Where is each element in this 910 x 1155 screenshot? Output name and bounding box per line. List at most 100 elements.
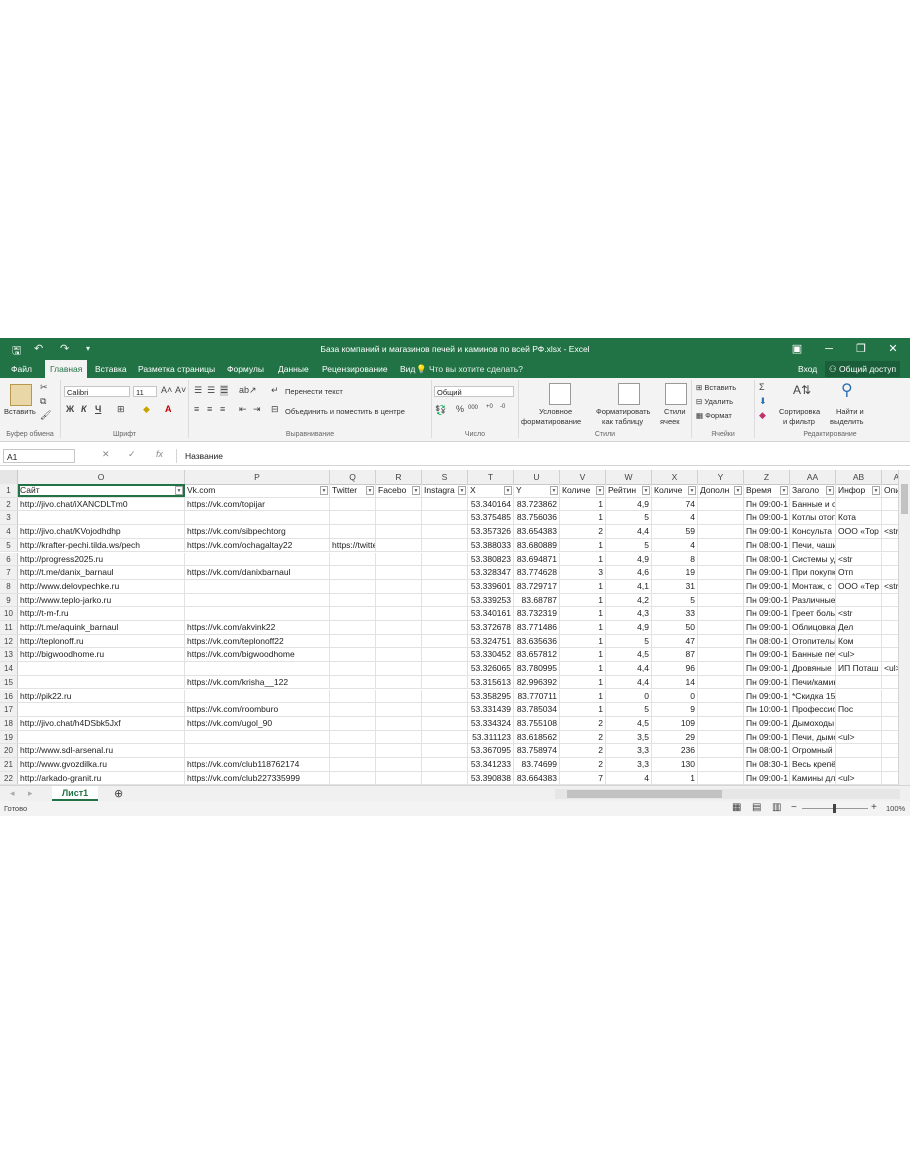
table-cell[interactable] — [185, 744, 330, 758]
table-cell[interactable] — [376, 538, 422, 552]
table-cell[interactable]: 83.680889 — [514, 538, 560, 552]
column-header[interactable]: P — [185, 470, 330, 484]
column-header[interactable]: W — [606, 470, 652, 484]
table-cell[interactable]: https://twitter.com/pechikastra — [330, 538, 376, 552]
table-cell[interactable] — [698, 689, 744, 703]
table-cell[interactable]: 96 — [652, 662, 698, 676]
row-number[interactable]: 22 — [0, 771, 18, 785]
filter-dropdown-icon[interactable]: ▼ — [642, 486, 650, 495]
table-cell[interactable] — [185, 730, 330, 744]
table-cell[interactable]: <str — [836, 607, 882, 621]
table-cell[interactable]: Пн 09:00-1 — [744, 689, 790, 703]
filter-dropdown-icon[interactable]: ▼ — [412, 486, 420, 495]
header-cell[interactable]: Instagra ▼ — [422, 484, 468, 497]
table-cell[interactable] — [882, 731, 898, 744]
table-cell[interactable]: 4,4 — [606, 525, 652, 539]
table-cell[interactable] — [882, 566, 898, 579]
align-center-icon[interactable]: ≡ — [207, 404, 212, 414]
table-cell[interactable] — [185, 593, 330, 607]
table-cell[interactable]: Пн 09:00-1 — [744, 525, 790, 539]
table-cell[interactable] — [698, 579, 744, 593]
table-cell[interactable] — [376, 634, 422, 648]
vertical-scroll-thumb[interactable] — [901, 484, 908, 514]
table-cell[interactable]: 47 — [652, 634, 698, 648]
table-cell[interactable]: <str — [882, 580, 898, 593]
table-cell[interactable]: 19 — [652, 566, 698, 580]
table-cell[interactable] — [330, 675, 376, 689]
table-cell[interactable]: 1 — [560, 621, 606, 634]
table-cell[interactable]: https://vk.com/roomburo — [185, 703, 330, 717]
table-cell[interactable] — [698, 607, 744, 621]
align-left-icon[interactable]: ≡ — [194, 404, 199, 414]
find-select-label-2[interactable]: выделить — [830, 417, 864, 426]
row-number[interactable]: 10 — [0, 607, 18, 620]
table-cell[interactable]: Пн 08:00-1 — [744, 634, 790, 648]
table-cell[interactable] — [422, 744, 468, 758]
tab-home[interactable]: Главная — [45, 360, 88, 378]
row-number[interactable]: 6 — [0, 552, 18, 566]
table-cell[interactable] — [698, 566, 744, 580]
table-cell[interactable]: https://vk.com/ugol_90 — [185, 716, 330, 730]
table-cell[interactable]: 5 — [606, 511, 652, 525]
tab-insert[interactable]: Вставка — [90, 360, 132, 378]
table-cell[interactable] — [330, 607, 376, 621]
table-cell[interactable]: Дровяные — [790, 662, 836, 676]
header-cell[interactable]: Инфор ▼ — [836, 484, 882, 497]
table-cell[interactable]: <ul> — [882, 662, 898, 675]
table-cell[interactable]: 4 — [606, 771, 652, 785]
table-cell[interactable] — [376, 716, 422, 730]
filter-dropdown-icon[interactable]: ▼ — [504, 486, 512, 495]
header-cell[interactable]: Количе ▼ — [652, 484, 698, 497]
table-cell[interactable]: 4,5 — [606, 716, 652, 730]
table-cell[interactable] — [330, 497, 376, 511]
table-cell[interactable]: 53.341233 — [468, 758, 514, 771]
row-number[interactable]: 11 — [0, 621, 18, 634]
sheet-tab-list1[interactable]: Лист1 — [52, 786, 98, 801]
table-cell[interactable] — [698, 758, 744, 771]
table-cell[interactable] — [422, 538, 468, 552]
table-cell[interactable] — [422, 621, 468, 634]
table-cell[interactable]: Пн 09:00-1 — [744, 730, 790, 744]
decrease-indent-icon[interactable]: ⇤ — [239, 404, 247, 415]
table-cell[interactable] — [422, 662, 468, 676]
table-cell[interactable] — [330, 730, 376, 744]
table-cell[interactable] — [698, 716, 744, 730]
table-cell[interactable]: Банные печи, дымо — [790, 648, 836, 662]
grow-font-icon[interactable]: A˄ — [161, 385, 172, 395]
table-cell[interactable]: http://bigwoodhome.ru — [18, 648, 185, 662]
table-cell[interactable]: 2 — [560, 730, 606, 744]
header-cell[interactable]: Время ▼ — [744, 484, 790, 497]
table-cell[interactable]: Различные котлы, печи, д — [790, 593, 836, 607]
table-cell[interactable]: https://vk.com/ochagaltay22 — [185, 538, 330, 552]
table-cell[interactable] — [185, 511, 330, 525]
column-header[interactable]: V — [560, 470, 606, 484]
header-cell[interactable]: Количе ▼ — [560, 484, 606, 497]
table-cell[interactable]: ООО «Тер — [836, 579, 882, 593]
table-cell[interactable]: Банные и отопительные — [790, 497, 836, 511]
table-cell[interactable]: https://vk.com/akvink22 — [185, 621, 330, 634]
table-cell[interactable] — [18, 675, 185, 689]
align-middle-icon[interactable]: ☰ — [207, 385, 215, 396]
increase-indent-icon[interactable]: ⇥ — [253, 404, 261, 415]
table-cell[interactable] — [376, 621, 422, 634]
table-cell[interactable]: 82.996392 — [514, 675, 560, 689]
table-cell[interactable]: 53.390838 — [468, 771, 514, 785]
table-cell[interactable]: Отп — [836, 566, 882, 580]
table-cell[interactable]: 109 — [652, 716, 698, 730]
conditional-format-label-1[interactable]: Условное — [539, 407, 572, 416]
select-all-corner[interactable] — [0, 470, 18, 484]
add-sheet-icon[interactable]: ⊕ — [114, 787, 123, 800]
table-cell[interactable]: 53.375485 — [468, 511, 514, 525]
table-cell[interactable]: Пн 08:00-1 — [744, 744, 790, 758]
table-cell[interactable] — [422, 511, 468, 525]
table-cell[interactable]: 4,4 — [606, 662, 652, 676]
table-cell[interactable] — [882, 553, 898, 566]
table-cell[interactable] — [330, 525, 376, 539]
table-cell[interactable]: 1 — [560, 579, 606, 593]
row-number[interactable]: 15 — [0, 675, 18, 689]
tab-file[interactable]: Файл — [6, 360, 37, 378]
column-header[interactable]: U — [514, 470, 560, 484]
header-cell[interactable]: Vk.com ▼ — [185, 484, 330, 497]
table-cell[interactable]: Облицовка камина — [790, 621, 836, 634]
table-cell[interactable] — [698, 497, 744, 511]
